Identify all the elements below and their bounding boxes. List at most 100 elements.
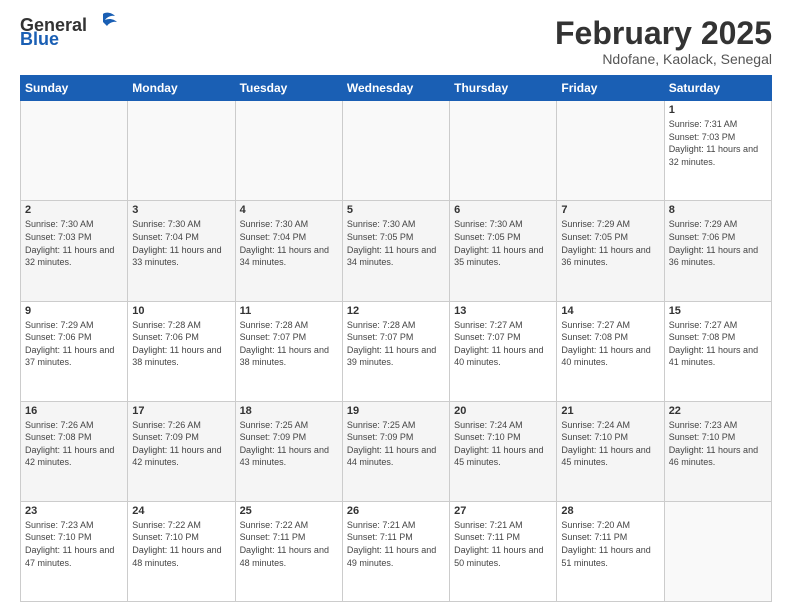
day-info: Sunrise: 7:21 AM Sunset: 7:11 PM Dayligh… <box>454 519 552 569</box>
table-row: 6 Sunrise: 7:30 AM Sunset: 7:05 PM Daylig… <box>450 201 557 301</box>
day-info: Sunrise: 7:24 AM Sunset: 7:10 PM Dayligh… <box>561 419 659 469</box>
table-row: 13 Sunrise: 7:27 AM Sunset: 7:07 PM Dayli… <box>450 301 557 401</box>
table-row: 12Sunrise: 7:28 AM Sunset: 7:07 PM Dayli… <box>342 301 449 401</box>
day-info: Sunrise: 7:22 AM Sunset: 7:11 PM Dayligh… <box>240 519 338 569</box>
day-info: Sunrise: 7:28 AM Sunset: 7:07 PM Dayligh… <box>347 319 445 369</box>
day-number: 10 <box>132 305 230 317</box>
table-row: 16 Sunrise: 7:26 AM Sunset: 7:08 PM Dayli… <box>21 401 128 501</box>
logo: General Blue <box>20 16 117 48</box>
day-number: 13 <box>454 305 552 317</box>
day-number: 1 <box>669 104 767 116</box>
table-row: 25 Sunrise: 7:22 AM Sunset: 7:11 PM Dayli… <box>235 501 342 601</box>
table-row: 15 Sunrise: 7:27 AM Sunset: 7:08 PM Dayli… <box>664 301 771 401</box>
day-number: 9 <box>25 305 123 317</box>
day-info: Sunrise: 7:23 AM Sunset: 7:10 PM Dayligh… <box>669 419 767 469</box>
col-friday: Friday <box>557 76 664 101</box>
table-row: 9 Sunrise: 7:29 AM Sunset: 7:06 PM Daylig… <box>21 301 128 401</box>
day-info: Sunrise: 7:28 AM Sunset: 7:06 PM Dayligh… <box>132 319 230 369</box>
table-row <box>235 101 342 201</box>
day-number: 27 <box>454 505 552 517</box>
table-row: 14 Sunrise: 7:27 AM Sunset: 7:08 PM Dayli… <box>557 301 664 401</box>
day-info: Sunrise: 7:31 AM Sunset: 7:03 PM Dayligh… <box>669 118 767 168</box>
table-row: 17 Sunrise: 7:26 AM Sunset: 7:09 PM Dayli… <box>128 401 235 501</box>
day-number: 2 <box>25 204 123 216</box>
table-row <box>128 101 235 201</box>
page: General Blue February 2025 Ndofane, Kaol… <box>0 0 792 612</box>
table-row: 5Sunrise: 7:30 AM Sunset: 7:05 PM Daylig… <box>342 201 449 301</box>
day-info: Sunrise: 7:27 AM Sunset: 7:08 PM Dayligh… <box>669 319 767 369</box>
day-number: 16 <box>25 405 123 417</box>
table-row: 20 Sunrise: 7:24 AM Sunset: 7:10 PM Dayli… <box>450 401 557 501</box>
table-row: 4 Sunrise: 7:30 AM Sunset: 7:04 PM Daylig… <box>235 201 342 301</box>
day-number: 20 <box>454 405 552 417</box>
table-row: 7 Sunrise: 7:29 AM Sunset: 7:05 PM Daylig… <box>557 201 664 301</box>
table-row: 1 Sunrise: 7:31 AM Sunset: 7:03 PM Daylig… <box>664 101 771 201</box>
day-info: Sunrise: 7:23 AM Sunset: 7:10 PM Dayligh… <box>25 519 123 569</box>
day-info: Sunrise: 7:29 AM Sunset: 7:05 PM Dayligh… <box>561 218 659 268</box>
day-number: 26 <box>347 505 445 517</box>
day-number: 14 <box>561 305 659 317</box>
table-row: 11 Sunrise: 7:28 AM Sunset: 7:07 PM Dayli… <box>235 301 342 401</box>
day-info: Sunrise: 7:26 AM Sunset: 7:08 PM Dayligh… <box>25 419 123 469</box>
day-info: Sunrise: 7:25 AM Sunset: 7:09 PM Dayligh… <box>240 419 338 469</box>
day-number: 11 <box>240 305 338 317</box>
calendar-week-row: 23 Sunrise: 7:23 AM Sunset: 7:10 PM Dayli… <box>21 501 772 601</box>
calendar-week-row: 16 Sunrise: 7:26 AM Sunset: 7:08 PM Dayli… <box>21 401 772 501</box>
day-number: 22 <box>669 405 767 417</box>
table-row: 21 Sunrise: 7:24 AM Sunset: 7:10 PM Dayli… <box>557 401 664 501</box>
calendar-week-row: 1 Sunrise: 7:31 AM Sunset: 7:03 PM Daylig… <box>21 101 772 201</box>
day-info: Sunrise: 7:29 AM Sunset: 7:06 PM Dayligh… <box>669 218 767 268</box>
day-number: 19 <box>347 405 445 417</box>
table-row: 28Sunrise: 7:20 AM Sunset: 7:11 PM Dayli… <box>557 501 664 601</box>
calendar-header-row: Sunday Monday Tuesday Wednesday Thursday… <box>21 76 772 101</box>
day-info: Sunrise: 7:30 AM Sunset: 7:04 PM Dayligh… <box>240 218 338 268</box>
day-info: Sunrise: 7:30 AM Sunset: 7:05 PM Dayligh… <box>454 218 552 268</box>
table-row: 2 Sunrise: 7:30 AM Sunset: 7:03 PM Daylig… <box>21 201 128 301</box>
table-row <box>557 101 664 201</box>
day-info: Sunrise: 7:25 AM Sunset: 7:09 PM Dayligh… <box>347 419 445 469</box>
table-row <box>450 101 557 201</box>
day-info: Sunrise: 7:26 AM Sunset: 7:09 PM Dayligh… <box>132 419 230 469</box>
title-area: February 2025 Ndofane, Kaolack, Senegal <box>555 16 772 67</box>
day-info: Sunrise: 7:24 AM Sunset: 7:10 PM Dayligh… <box>454 419 552 469</box>
day-number: 5 <box>347 204 445 216</box>
table-row: 24Sunrise: 7:22 AM Sunset: 7:10 PM Dayli… <box>128 501 235 601</box>
table-row <box>21 101 128 201</box>
day-number: 8 <box>669 204 767 216</box>
day-number: 7 <box>561 204 659 216</box>
day-number: 4 <box>240 204 338 216</box>
col-monday: Monday <box>128 76 235 101</box>
table-row: 26 Sunrise: 7:21 AM Sunset: 7:11 PM Dayli… <box>342 501 449 601</box>
calendar-subtitle: Ndofane, Kaolack, Senegal <box>555 51 772 67</box>
day-number: 25 <box>240 505 338 517</box>
day-info: Sunrise: 7:28 AM Sunset: 7:07 PM Dayligh… <box>240 319 338 369</box>
logo-bird-icon <box>89 12 117 34</box>
calendar-week-row: 9 Sunrise: 7:29 AM Sunset: 7:06 PM Daylig… <box>21 301 772 401</box>
day-info: Sunrise: 7:30 AM Sunset: 7:03 PM Dayligh… <box>25 218 123 268</box>
day-number: 17 <box>132 405 230 417</box>
day-info: Sunrise: 7:29 AM Sunset: 7:06 PM Dayligh… <box>25 319 123 369</box>
col-wednesday: Wednesday <box>342 76 449 101</box>
day-number: 18 <box>240 405 338 417</box>
day-number: 21 <box>561 405 659 417</box>
day-info: Sunrise: 7:27 AM Sunset: 7:07 PM Dayligh… <box>454 319 552 369</box>
col-thursday: Thursday <box>450 76 557 101</box>
day-number: 23 <box>25 505 123 517</box>
day-info: Sunrise: 7:27 AM Sunset: 7:08 PM Dayligh… <box>561 319 659 369</box>
table-row <box>342 101 449 201</box>
table-row: 8 Sunrise: 7:29 AM Sunset: 7:06 PM Daylig… <box>664 201 771 301</box>
day-number: 28 <box>561 505 659 517</box>
calendar-week-row: 2 Sunrise: 7:30 AM Sunset: 7:03 PM Daylig… <box>21 201 772 301</box>
day-number: 6 <box>454 204 552 216</box>
col-sunday: Sunday <box>21 76 128 101</box>
calendar-table: Sunday Monday Tuesday Wednesday Thursday… <box>20 75 772 602</box>
day-number: 3 <box>132 204 230 216</box>
col-tuesday: Tuesday <box>235 76 342 101</box>
day-number: 24 <box>132 505 230 517</box>
day-info: Sunrise: 7:21 AM Sunset: 7:11 PM Dayligh… <box>347 519 445 569</box>
table-row: 23 Sunrise: 7:23 AM Sunset: 7:10 PM Dayli… <box>21 501 128 601</box>
day-info: Sunrise: 7:30 AM Sunset: 7:04 PM Dayligh… <box>132 218 230 268</box>
day-number: 15 <box>669 305 767 317</box>
header: General Blue February 2025 Ndofane, Kaol… <box>20 16 772 67</box>
table-row: 19 Sunrise: 7:25 AM Sunset: 7:09 PM Dayli… <box>342 401 449 501</box>
